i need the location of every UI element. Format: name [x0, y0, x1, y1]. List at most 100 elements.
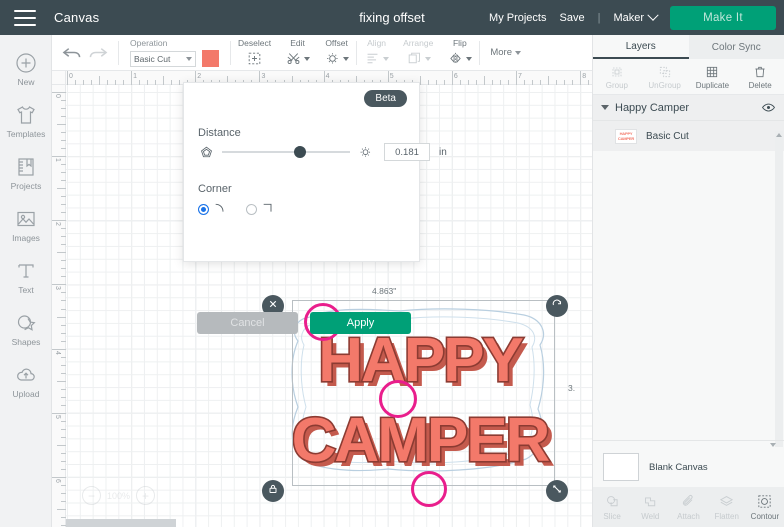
- undo-arrow-icon[interactable]: [59, 40, 85, 66]
- edit-button[interactable]: Edit: [278, 38, 317, 68]
- ruler-tick: [61, 516, 66, 518]
- duplicate-label: Duplicate: [695, 80, 730, 90]
- machine-selector[interactable]: Maker: [613, 9, 659, 24]
- rotate-selection-handle[interactable]: [546, 295, 568, 317]
- align-button[interactable]: Align: [357, 38, 396, 68]
- rail-item-text[interactable]: Text: [0, 251, 52, 303]
- beta-badge: Beta: [364, 90, 407, 107]
- ruler-tick: [52, 348, 66, 350]
- apply-button[interactable]: Apply: [310, 312, 411, 334]
- rail-item-images[interactable]: Images: [0, 199, 52, 251]
- corner-option-rounded[interactable]: [198, 201, 230, 217]
- ruler-tick: [516, 71, 518, 85]
- rail-item-projects[interactable]: Projects: [0, 147, 52, 199]
- ruler-h-number: 4: [325, 73, 330, 80]
- flip-button[interactable]: Flip: [440, 38, 479, 68]
- ruler-tick: [61, 340, 66, 342]
- zoom-control: − 100% +: [82, 486, 156, 505]
- corner-option-sharp[interactable]: [246, 201, 278, 217]
- ungroup-button[interactable]: UnGroup: [641, 59, 689, 94]
- group-label: Group: [605, 80, 628, 90]
- attach-button[interactable]: Attach: [669, 493, 707, 521]
- rail-item-upload[interactable]: Upload: [0, 355, 52, 407]
- cancel-button[interactable]: Cancel: [197, 312, 298, 334]
- ruler-v-number: 1: [54, 158, 61, 163]
- ruler-v-number: 2: [54, 222, 61, 227]
- panel-tabs: Layers Color Sync: [593, 35, 784, 59]
- offset-sun-icon: [324, 50, 350, 68]
- ruler-h-number: 1: [133, 73, 138, 80]
- ruler-tick: [61, 132, 66, 134]
- ruler-tick: [61, 388, 66, 390]
- align-label: Align: [367, 37, 387, 48]
- chevron-down-icon: [647, 9, 659, 21]
- resize-selection-handle[interactable]: [546, 480, 568, 502]
- rotate-icon: [551, 297, 563, 315]
- slice-label: Slice: [603, 512, 621, 521]
- ruler-tick: [115, 80, 117, 85]
- group-button[interactable]: Group: [593, 59, 641, 94]
- ruler-tick: [61, 308, 66, 310]
- layer-group-header[interactable]: Happy Camper: [593, 95, 784, 121]
- ruler-tick: [467, 80, 469, 85]
- left-rail: New Templates Projects Images Text Shape…: [0, 35, 52, 527]
- header-separator: |: [597, 11, 601, 24]
- ruler-tick: [61, 180, 66, 182]
- delete-button[interactable]: Delete: [736, 59, 784, 94]
- slice-icon: [604, 493, 621, 510]
- ruler-tick: [52, 92, 66, 93]
- ruler-tick: [61, 500, 66, 502]
- ruler-tick: [61, 324, 66, 326]
- save-button[interactable]: Save: [560, 12, 585, 24]
- flatten-button[interactable]: Flatten: [708, 493, 746, 521]
- ruler-tick: [61, 332, 66, 334]
- arrange-button[interactable]: Arrange: [396, 38, 440, 68]
- attach-label: Attach: [677, 512, 700, 521]
- horizontal-scrollbar[interactable]: [66, 519, 176, 527]
- more-menu-button[interactable]: More: [480, 47, 531, 58]
- eye-icon[interactable]: [761, 100, 776, 115]
- tab-color-sync[interactable]: Color Sync: [689, 35, 784, 59]
- tab-layers[interactable]: Layers: [593, 35, 689, 59]
- distance-slider-track[interactable]: [222, 145, 350, 158]
- offset-button[interactable]: Offset: [317, 38, 356, 68]
- align-icon: [364, 50, 390, 68]
- layer-row-basic-cut[interactable]: HAPPY CAMPER Basic Cut: [593, 121, 784, 151]
- triangle-down-icon[interactable]: [601, 105, 609, 110]
- my-projects-link[interactable]: My Projects: [489, 12, 546, 24]
- distance-unit: in: [439, 146, 447, 158]
- scroll-up-arrow-icon[interactable]: [775, 131, 783, 139]
- ruler-tick: [123, 80, 125, 85]
- slice-button[interactable]: Slice: [593, 493, 631, 521]
- duplicate-button[interactable]: Duplicate: [689, 59, 737, 94]
- deselect-button[interactable]: Deselect: [231, 38, 278, 68]
- tshirt-icon: [14, 103, 38, 127]
- make-it-button[interactable]: Make It: [670, 5, 776, 30]
- rounded-corner-icon: [212, 201, 230, 217]
- rail-item-new[interactable]: New: [0, 43, 52, 95]
- color-swatch[interactable]: [202, 50, 219, 67]
- canvas-layer-row[interactable]: Blank Canvas: [593, 447, 784, 487]
- redo-arrow-icon[interactable]: [85, 40, 111, 66]
- distance-slider-knob[interactable]: [294, 145, 306, 158]
- operation-select[interactable]: Basic Cut: [130, 50, 196, 67]
- layer-actions: Group UnGroup Duplicate Delete: [593, 59, 784, 95]
- rail-item-shapes[interactable]: Shapes: [0, 303, 52, 355]
- ruler-tick: [61, 164, 66, 166]
- lock-aspect-handle[interactable]: [262, 480, 284, 502]
- large-offset-icon: [357, 144, 374, 161]
- radio-selected-icon: [198, 203, 209, 215]
- dialog-buttons: Cancel Apply: [197, 312, 411, 334]
- delete-label: Delete: [748, 80, 772, 90]
- panel-scrollbar[interactable]: [775, 131, 783, 491]
- zoom-out-button[interactable]: −: [82, 486, 101, 505]
- hamburger-icon[interactable]: [14, 9, 36, 26]
- rail-item-templates[interactable]: Templates: [0, 95, 52, 147]
- ruler-tick: [61, 372, 66, 374]
- ruler-tick: [52, 156, 66, 158]
- contour-button[interactable]: Contour: [746, 493, 784, 521]
- ruler-v-number: 6: [54, 478, 61, 483]
- zoom-in-button[interactable]: +: [136, 486, 156, 505]
- distance-input[interactable]: 0.181: [384, 143, 430, 161]
- weld-button[interactable]: Weld: [631, 493, 669, 521]
